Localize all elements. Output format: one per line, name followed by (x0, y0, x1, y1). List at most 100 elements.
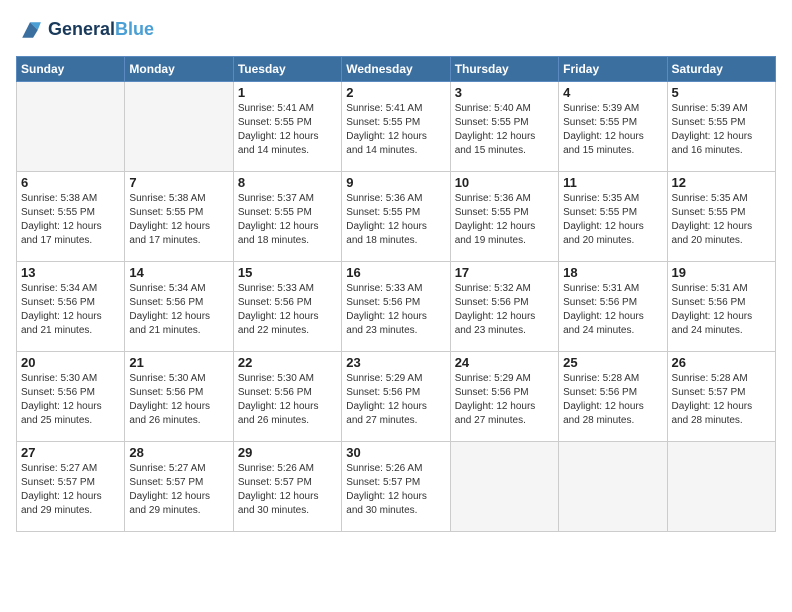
day-number: 27 (21, 445, 120, 460)
calendar-cell: 30 Sunrise: 5:26 AM Sunset: 5:57 PM Dayli… (342, 442, 450, 532)
calendar-cell: 13Sunrise: 5:34 AM Sunset: 5:56 PM Dayli… (17, 262, 125, 352)
day-info: Sunrise: 5:34 AM Sunset: 5:56 PM Dayligh… (21, 282, 120, 338)
day-number: 24 (455, 355, 554, 370)
day-number: 8 (238, 175, 337, 190)
calendar-week-row: 13Sunrise: 5:34 AM Sunset: 5:56 PM Dayli… (17, 262, 776, 352)
day-info: Sunrise: 5:31 AM Sunset: 5:56 PM Dayligh… (563, 282, 662, 338)
calendar-cell: 11Sunrise: 5:35 AM Sunset: 5:55 PM Dayli… (559, 172, 667, 262)
day-info: Sunrise: 5:30 AM Sunset: 5:56 PM Dayligh… (238, 372, 337, 428)
weekday-header-row: SundayMondayTuesdayWednesdayThursdayFrid… (17, 57, 776, 82)
day-info: Sunrise: 5:38 AM Sunset: 5:55 PM Dayligh… (21, 192, 120, 248)
calendar-cell: 26 Sunrise: 5:28 AM Sunset: 5:57 PM Dayli… (667, 352, 775, 442)
calendar-cell: 15 Sunrise: 5:33 AM Sunset: 5:56 PM Dayli… (233, 262, 341, 352)
calendar-cell: 24 Sunrise: 5:29 AM Sunset: 5:56 PM Dayli… (450, 352, 558, 442)
calendar-cell (667, 442, 775, 532)
calendar-cell: 2 Sunrise: 5:41 AM Sunset: 5:55 PM Daylig… (342, 82, 450, 172)
day-number: 10 (455, 175, 554, 190)
page-header: GeneralBlue (16, 16, 776, 44)
logo: GeneralBlue (16, 16, 154, 44)
weekday-header: Sunday (17, 57, 125, 82)
weekday-header: Thursday (450, 57, 558, 82)
day-info: Sunrise: 5:28 AM Sunset: 5:57 PM Dayligh… (672, 372, 771, 428)
day-number: 7 (129, 175, 228, 190)
logo-icon (16, 16, 44, 44)
day-info: Sunrise: 5:38 AM Sunset: 5:55 PM Dayligh… (129, 192, 228, 248)
calendar-cell: 16 Sunrise: 5:33 AM Sunset: 5:56 PM Dayli… (342, 262, 450, 352)
day-number: 5 (672, 85, 771, 100)
day-number: 2 (346, 85, 445, 100)
calendar-cell: 25Sunrise: 5:28 AM Sunset: 5:56 PM Dayli… (559, 352, 667, 442)
day-info: Sunrise: 5:30 AM Sunset: 5:56 PM Dayligh… (21, 372, 120, 428)
calendar-cell (450, 442, 558, 532)
day-number: 22 (238, 355, 337, 370)
day-info: Sunrise: 5:30 AM Sunset: 5:56 PM Dayligh… (129, 372, 228, 428)
calendar-cell: 8Sunrise: 5:37 AM Sunset: 5:55 PM Daylig… (233, 172, 341, 262)
weekday-header: Friday (559, 57, 667, 82)
calendar-cell: 7 Sunrise: 5:38 AM Sunset: 5:55 PM Daylig… (125, 172, 233, 262)
calendar-cell: 6Sunrise: 5:38 AM Sunset: 5:55 PM Daylig… (17, 172, 125, 262)
weekday-header: Tuesday (233, 57, 341, 82)
calendar-table: SundayMondayTuesdayWednesdayThursdayFrid… (16, 56, 776, 532)
day-number: 12 (672, 175, 771, 190)
calendar-cell: 21 Sunrise: 5:30 AM Sunset: 5:56 PM Dayli… (125, 352, 233, 442)
day-info: Sunrise: 5:35 AM Sunset: 5:55 PM Dayligh… (672, 192, 771, 248)
calendar-cell: 23 Sunrise: 5:29 AM Sunset: 5:56 PM Dayli… (342, 352, 450, 442)
calendar-cell: 22 Sunrise: 5:30 AM Sunset: 5:56 PM Dayli… (233, 352, 341, 442)
calendar-cell: 28 Sunrise: 5:27 AM Sunset: 5:57 PM Dayli… (125, 442, 233, 532)
logo-text: GeneralBlue (48, 20, 154, 40)
day-number: 16 (346, 265, 445, 280)
day-number: 30 (346, 445, 445, 460)
day-info: Sunrise: 5:36 AM Sunset: 5:55 PM Dayligh… (346, 192, 445, 248)
calendar-cell: 18 Sunrise: 5:31 AM Sunset: 5:56 PM Dayli… (559, 262, 667, 352)
day-number: 20 (21, 355, 120, 370)
day-info: Sunrise: 5:27 AM Sunset: 5:57 PM Dayligh… (129, 462, 228, 518)
calendar-cell: 4 Sunrise: 5:39 AM Sunset: 5:55 PM Daylig… (559, 82, 667, 172)
day-info: Sunrise: 5:39 AM Sunset: 5:55 PM Dayligh… (563, 102, 662, 158)
day-info: Sunrise: 5:33 AM Sunset: 5:56 PM Dayligh… (238, 282, 337, 338)
day-number: 29 (238, 445, 337, 460)
day-number: 28 (129, 445, 228, 460)
calendar-week-row: 6Sunrise: 5:38 AM Sunset: 5:55 PM Daylig… (17, 172, 776, 262)
day-number: 18 (563, 265, 662, 280)
calendar-cell: 9 Sunrise: 5:36 AM Sunset: 5:55 PM Daylig… (342, 172, 450, 262)
day-info: Sunrise: 5:31 AM Sunset: 5:56 PM Dayligh… (672, 282, 771, 338)
day-info: Sunrise: 5:26 AM Sunset: 5:57 PM Dayligh… (346, 462, 445, 518)
calendar-cell: 27 Sunrise: 5:27 AM Sunset: 5:57 PM Dayli… (17, 442, 125, 532)
day-info: Sunrise: 5:33 AM Sunset: 5:56 PM Dayligh… (346, 282, 445, 338)
calendar-cell: 3 Sunrise: 5:40 AM Sunset: 5:55 PM Daylig… (450, 82, 558, 172)
calendar-week-row: 20 Sunrise: 5:30 AM Sunset: 5:56 PM Dayli… (17, 352, 776, 442)
calendar-week-row: 27 Sunrise: 5:27 AM Sunset: 5:57 PM Dayli… (17, 442, 776, 532)
calendar-cell: 14Sunrise: 5:34 AM Sunset: 5:56 PM Dayli… (125, 262, 233, 352)
day-info: Sunrise: 5:36 AM Sunset: 5:55 PM Dayligh… (455, 192, 554, 248)
calendar-cell (559, 442, 667, 532)
day-number: 17 (455, 265, 554, 280)
day-info: Sunrise: 5:29 AM Sunset: 5:56 PM Dayligh… (455, 372, 554, 428)
day-info: Sunrise: 5:39 AM Sunset: 5:55 PM Dayligh… (672, 102, 771, 158)
day-info: Sunrise: 5:40 AM Sunset: 5:55 PM Dayligh… (455, 102, 554, 158)
day-number: 14 (129, 265, 228, 280)
day-number: 9 (346, 175, 445, 190)
weekday-header: Saturday (667, 57, 775, 82)
day-number: 15 (238, 265, 337, 280)
day-number: 11 (563, 175, 662, 190)
calendar-week-row: 1Sunrise: 5:41 AM Sunset: 5:55 PM Daylig… (17, 82, 776, 172)
day-info: Sunrise: 5:32 AM Sunset: 5:56 PM Dayligh… (455, 282, 554, 338)
calendar-cell: 1Sunrise: 5:41 AM Sunset: 5:55 PM Daylig… (233, 82, 341, 172)
day-number: 26 (672, 355, 771, 370)
calendar-cell: 19Sunrise: 5:31 AM Sunset: 5:56 PM Dayli… (667, 262, 775, 352)
day-info: Sunrise: 5:41 AM Sunset: 5:55 PM Dayligh… (346, 102, 445, 158)
calendar-cell (17, 82, 125, 172)
day-info: Sunrise: 5:41 AM Sunset: 5:55 PM Dayligh… (238, 102, 337, 158)
day-number: 23 (346, 355, 445, 370)
day-number: 3 (455, 85, 554, 100)
day-number: 21 (129, 355, 228, 370)
calendar-cell: 29Sunrise: 5:26 AM Sunset: 5:57 PM Dayli… (233, 442, 341, 532)
weekday-header: Wednesday (342, 57, 450, 82)
calendar-cell: 5 Sunrise: 5:39 AM Sunset: 5:55 PM Daylig… (667, 82, 775, 172)
day-info: Sunrise: 5:27 AM Sunset: 5:57 PM Dayligh… (21, 462, 120, 518)
day-info: Sunrise: 5:29 AM Sunset: 5:56 PM Dayligh… (346, 372, 445, 428)
calendar-cell: 10 Sunrise: 5:36 AM Sunset: 5:55 PM Dayli… (450, 172, 558, 262)
day-info: Sunrise: 5:28 AM Sunset: 5:56 PM Dayligh… (563, 372, 662, 428)
weekday-header: Monday (125, 57, 233, 82)
day-number: 4 (563, 85, 662, 100)
